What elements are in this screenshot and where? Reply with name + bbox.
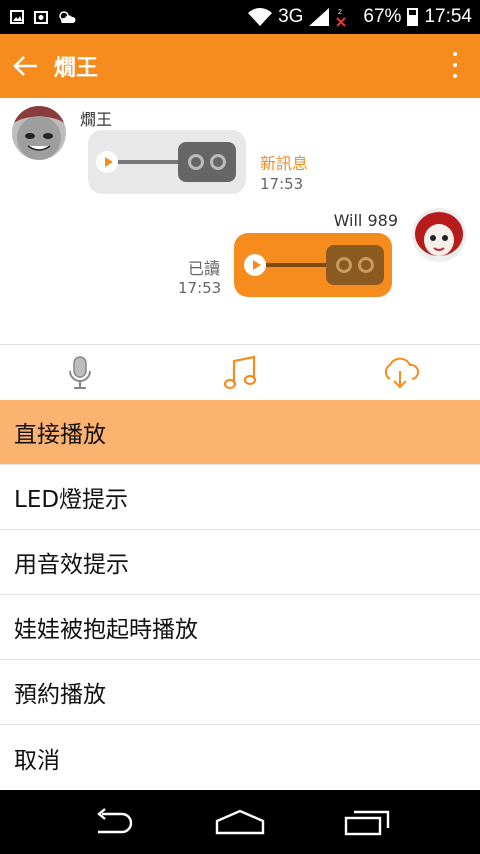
media-tabs [0,344,480,400]
menu-item-led-notification[interactable]: LED燈提示 [0,465,480,530]
home-icon [215,809,265,835]
outgoing-voice-message[interactable] [234,233,392,297]
menu-item-play-on-pickup[interactable]: 娃娃被抱起時播放 [0,595,480,660]
chat-area: 燗王 新訊息 17:53 Will 989 已讀 17:53 [0,98,480,344]
incoming-time: 17:53 [260,175,304,193]
svg-text:2: 2 [338,9,342,16]
doll-face-icon [12,106,66,160]
tab-music[interactable] [160,345,320,400]
message-status-read: 已讀 [188,259,221,278]
play-icon[interactable] [96,151,118,173]
status-bar: 3G 2 67% 17:54 [0,0,480,34]
message-status-new: 新訊息 [260,154,309,173]
tab-cloud[interactable] [320,345,480,400]
incoming-voice-message[interactable] [88,130,246,194]
outgoing-time: 17:53 [178,279,222,297]
avatar-self[interactable] [412,208,466,262]
avatar-contact[interactable] [12,106,66,160]
menu-item-sound-notification[interactable]: 用音效提示 [0,530,480,595]
recents-icon [344,810,389,836]
tab-voice[interactable] [0,345,160,400]
cloud-download-icon [384,357,420,388]
arrow-left-icon [13,56,37,76]
playback-menu: 直接播放 LED燈提示 用音效提示 娃娃被抱起時播放 預約播放 取消 [0,400,480,790]
play-icon[interactable] [244,254,266,276]
nav-recents-button[interactable] [337,802,397,842]
cassette-icon [178,142,236,182]
overflow-menu-button[interactable] [452,52,458,78]
menu-item-cancel[interactable]: 取消 [0,725,480,790]
signal-icon [309,8,330,26]
voice-track [118,160,180,164]
outgoing-sender-name: Will 989 [333,211,398,230]
menu-item-play-directly[interactable]: 直接播放 [0,400,480,465]
weather-notification-icon [59,11,76,23]
network-type: 3G [278,6,304,27]
doll-face-icon [412,208,466,262]
system-nav-bar [0,790,480,854]
battery-percent: 67% [363,6,402,27]
download-notification-icon [34,11,48,24]
back-icon [97,808,133,834]
music-note-icon [223,355,257,389]
app-bar: 燗王 [0,34,480,98]
clock: 17:54 [424,6,472,27]
no-data-icon: 2 [336,9,347,27]
menu-item-scheduled-play[interactable]: 預約播放 [0,660,480,725]
voice-track [266,263,328,267]
nav-home-button[interactable] [210,802,270,842]
wifi-icon [248,8,273,26]
microphone-icon [69,355,91,389]
cassette-icon [326,245,384,285]
image-notification-icon [10,10,24,24]
battery-icon [407,8,419,26]
page-title: 燗王 [54,56,99,81]
back-button[interactable] [0,34,52,98]
incoming-sender-name: 燗王 [80,110,113,129]
nav-back-button[interactable] [83,802,143,842]
